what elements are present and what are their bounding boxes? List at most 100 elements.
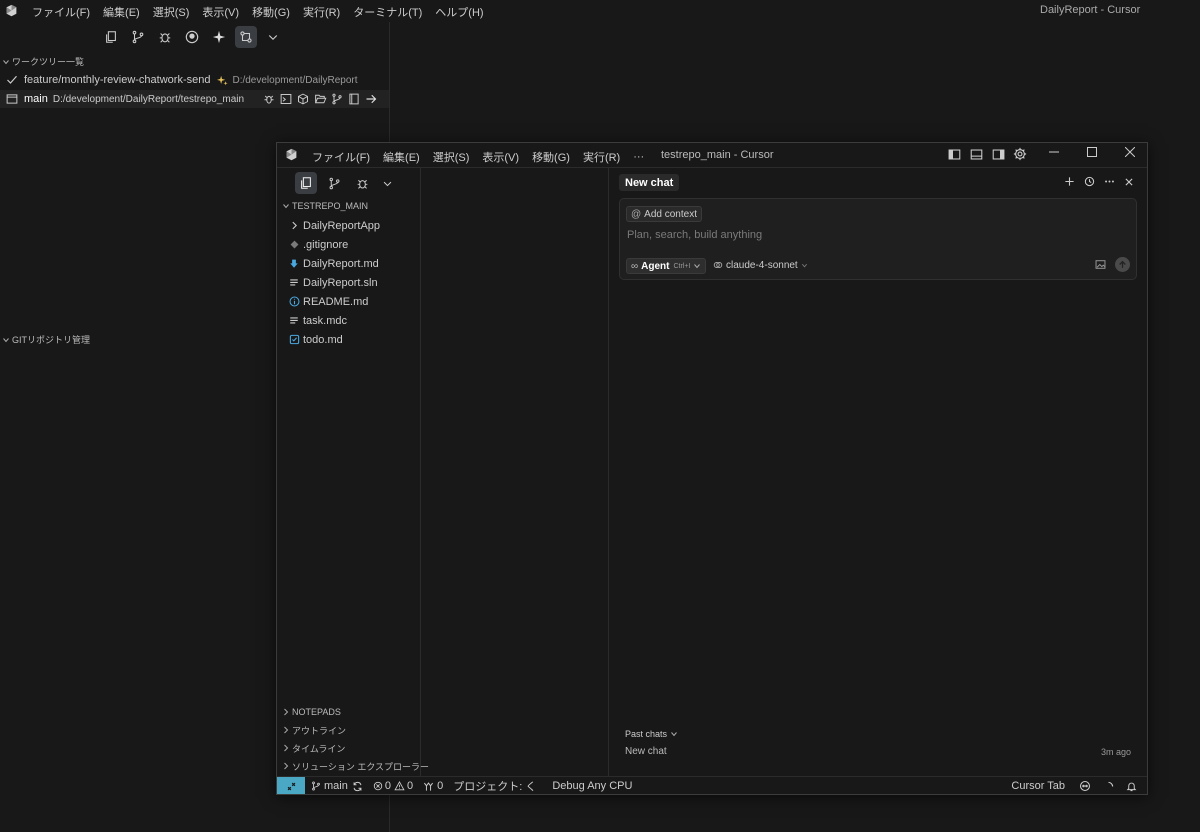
chevron-right-icon	[280, 726, 292, 734]
close-icon[interactable]	[1119, 177, 1139, 187]
maximize-icon[interactable]	[1073, 147, 1111, 157]
menu-view[interactable]: 表示(V)	[202, 4, 239, 20]
branch-status[interactable]: main	[311, 780, 363, 792]
debug-icon[interactable]	[262, 93, 276, 105]
menu-selection[interactable]: 選択(S)	[153, 4, 190, 20]
menu-view[interactable]: 表示(V)	[482, 149, 519, 165]
explorer-folder-header[interactable]: TESTREPO_MAIN	[280, 201, 368, 211]
section-notepads[interactable]: NOTEPADS	[280, 703, 429, 721]
menu-terminal[interactable]: ターミナル(T)	[353, 4, 422, 20]
worktree-item-feature[interactable]: feature/monthly-review-chatwork-send D:/…	[5, 71, 358, 89]
folder-open-icon[interactable]	[313, 93, 327, 105]
file-label: DailyReport.md	[303, 257, 379, 270]
file-item-gitignore[interactable]: .gitignore	[287, 235, 380, 254]
menu-run[interactable]: 実行(R)	[303, 4, 340, 20]
source-control-icon[interactable]	[323, 172, 345, 194]
git-section-header[interactable]: GITリポジトリ管理	[0, 333, 90, 346]
lines-file-icon	[287, 316, 301, 326]
inner-window: ファイル(F) 編集(E) 選択(S) 表示(V) 移動(G) 実行(R) ··…	[276, 142, 1148, 795]
bell-icon[interactable]	[1126, 781, 1137, 792]
file-item-dailyreport-sln[interactable]: DailyReport.sln	[287, 273, 380, 292]
loading-icon	[1103, 781, 1114, 792]
close-icon[interactable]	[1111, 147, 1147, 157]
menu-file[interactable]: ファイル(F)	[32, 4, 90, 20]
model-selector[interactable]: claude-4-sonnet	[713, 258, 808, 272]
debug-icon[interactable]	[351, 172, 373, 194]
section-timeline[interactable]: タイムライン	[280, 739, 429, 757]
inner-titlebar: ファイル(F) 編集(E) 選択(S) 表示(V) 移動(G) 実行(R) ··…	[277, 143, 1147, 168]
minimize-icon[interactable]	[1035, 147, 1073, 157]
remote-indicator-icon[interactable]	[277, 777, 305, 794]
problems-status[interactable]: 0 0	[373, 780, 413, 792]
explorer-icon[interactable]	[100, 26, 122, 48]
worktree-item-main[interactable]: main D:/development/DailyReport/testrepo…	[0, 90, 389, 108]
image-icon[interactable]	[1095, 259, 1106, 270]
toggle-panel-icon[interactable]	[965, 148, 987, 161]
sparkles-icon	[217, 75, 229, 86]
menu-help[interactable]: ヘルプ(H)	[435, 4, 483, 20]
debug-icon[interactable]	[154, 26, 176, 48]
file-item-readme[interactable]: README.md	[287, 292, 380, 311]
arrow-right-icon[interactable]	[364, 93, 378, 105]
plus-icon[interactable]	[1059, 176, 1079, 187]
toggle-primary-sidebar-icon[interactable]	[943, 148, 965, 161]
agent-mode-selector[interactable]: ∞ Agent Ctrl+I	[626, 258, 707, 274]
send-button[interactable]	[1115, 257, 1130, 272]
past-chat-item[interactable]: New chat 3m ago	[625, 746, 1131, 757]
section-label: タイムライン	[292, 743, 346, 754]
book-icon[interactable]	[347, 93, 361, 105]
git-section-title: GITリポジトリ管理	[12, 335, 90, 345]
ports-status[interactable]: 0	[423, 780, 443, 792]
menu-go[interactable]: 移動(G)	[252, 4, 290, 20]
add-context-button[interactable]: @ Add context	[626, 206, 702, 222]
source-control-icon[interactable]	[127, 26, 149, 48]
sparkle-icon[interactable]	[208, 26, 230, 48]
menu-selection[interactable]: 選択(S)	[433, 149, 470, 165]
section-label: アウトライン	[292, 725, 347, 736]
section-solution-explorer[interactable]: ソリューション エクスプローラー	[280, 757, 429, 775]
menu-file[interactable]: ファイル(F)	[312, 149, 370, 165]
chevron-right-icon	[280, 762, 292, 770]
past-chats-header[interactable]: Past chats	[625, 729, 678, 739]
window-icon	[5, 93, 19, 105]
chat-tab[interactable]: New chat	[619, 174, 680, 191]
main-titlebar: ファイル(F) 編集(E) 選択(S) 表示(V) 移動(G) 実行(R) ター…	[0, 0, 1200, 22]
gear-icon[interactable]	[1009, 147, 1031, 161]
inner-window-title: testrepo_main - Cursor	[661, 149, 774, 161]
chevron-down-icon[interactable]	[377, 172, 397, 194]
more-icon[interactable]	[1099, 176, 1119, 187]
file-item-dailyreportapp[interactable]: DailyReportApp	[287, 216, 380, 235]
chevron-down-icon[interactable]	[262, 26, 284, 48]
menu-run[interactable]: 実行(R)	[583, 149, 620, 165]
source-control-icon[interactable]	[330, 93, 344, 105]
cursor-tab-status[interactable]: Cursor Tab	[1011, 780, 1065, 792]
source-control-icon	[311, 781, 321, 791]
file-item-todo-md[interactable]: todo.md	[287, 330, 380, 349]
file-item-dailyreport-md[interactable]: DailyReport.md	[287, 254, 380, 273]
project-status[interactable]: プロジェクト: く	[453, 778, 536, 794]
history-icon[interactable]	[1079, 176, 1099, 187]
debug-config-status[interactable]: Debug Any CPU	[552, 780, 632, 792]
toggle-secondary-sidebar-icon[interactable]	[987, 148, 1009, 161]
chevron-right-icon	[280, 708, 292, 716]
file-item-task-mdc[interactable]: task.mdc	[287, 311, 380, 330]
terminal-icon[interactable]	[279, 93, 293, 105]
cube-icon[interactable]	[296, 93, 310, 105]
past-chats-label: Past chats	[625, 729, 668, 739]
worktree-icon[interactable]	[235, 26, 257, 48]
file-label: DailyReport.sln	[303, 276, 378, 289]
explorer-icon[interactable]	[295, 172, 317, 194]
menu-edit[interactable]: 編集(E)	[103, 4, 140, 20]
worktree-section-header[interactable]: ワークツリー一覧	[0, 55, 84, 68]
chat-input-box[interactable]: @ Add context Plan, search, build anythi…	[619, 198, 1137, 280]
section-outline[interactable]: アウトライン	[280, 721, 429, 739]
menu-edit[interactable]: 編集(E)	[383, 149, 420, 165]
copilot-icon[interactable]	[1079, 780, 1091, 792]
github-icon[interactable]	[181, 26, 203, 48]
editor-area[interactable]	[421, 168, 609, 776]
file-label: DailyReportApp	[303, 219, 381, 232]
menu-go[interactable]: 移動(G)	[532, 149, 570, 165]
menu-more[interactable]: ···	[633, 151, 644, 163]
past-chat-time: 3m ago	[1100, 746, 1131, 757]
chevron-down-icon	[801, 262, 808, 269]
